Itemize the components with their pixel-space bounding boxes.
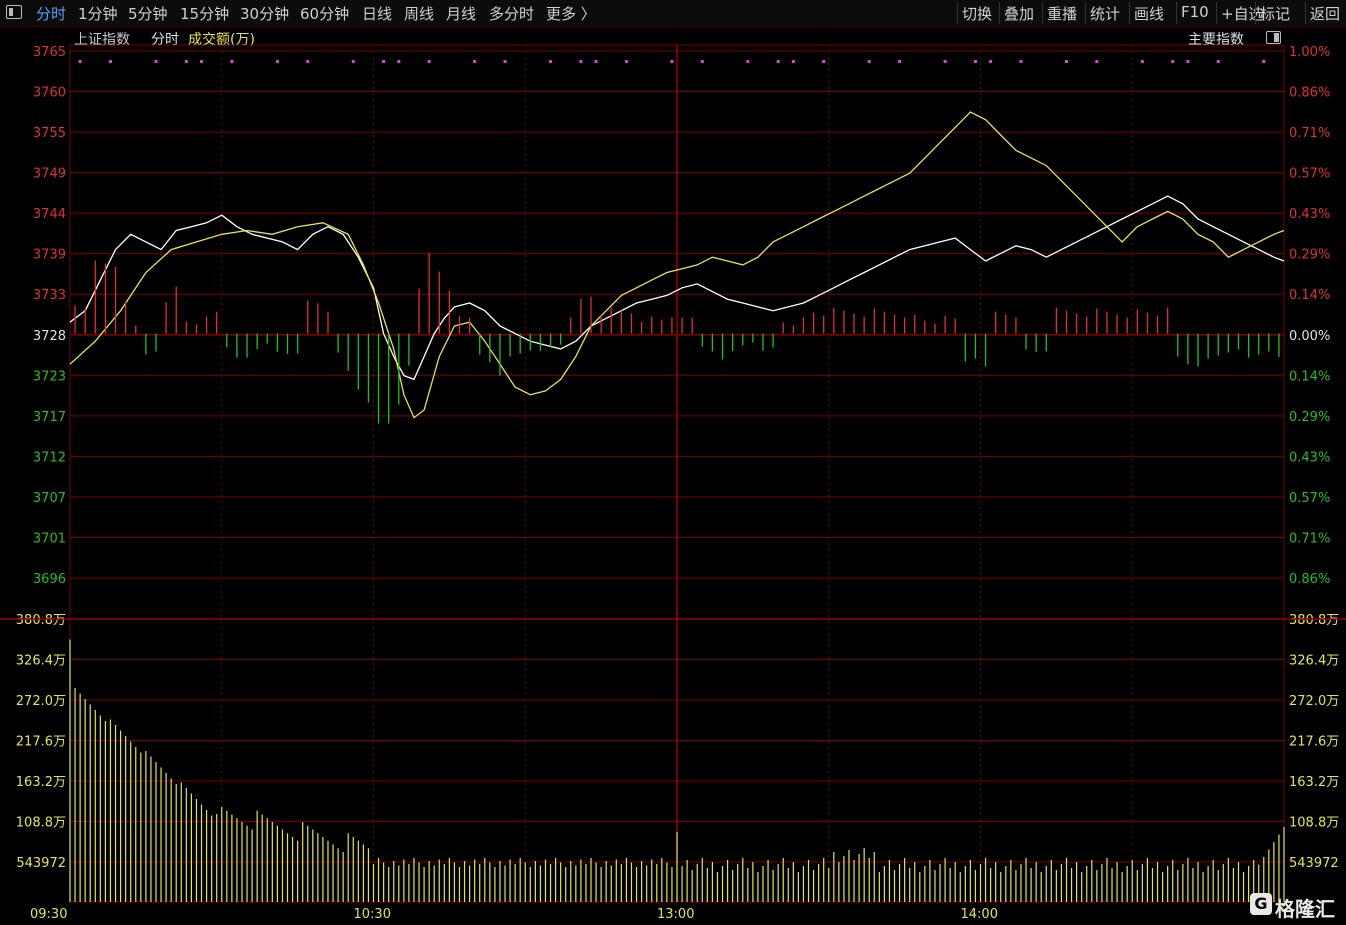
time-tick-label: 09:30 [30, 907, 67, 922]
signal-marker [306, 60, 310, 63]
signal-marker [351, 60, 355, 63]
signal-marker [973, 60, 977, 63]
signal-marker [549, 60, 553, 63]
percent-tick-label: 0.14% [1289, 369, 1330, 384]
price-tick-label: 3733 [33, 288, 66, 303]
volume-tick-label-right: 272.0万 [1289, 694, 1339, 709]
price-tick-label: 3749 [33, 167, 66, 182]
signal-marker [791, 60, 795, 63]
volume-tick-label: 326.4万 [16, 654, 66, 669]
signal-marker [898, 60, 902, 63]
signal-marker [867, 60, 871, 63]
signal-marker [503, 60, 507, 63]
signal-marker [230, 60, 234, 63]
signal-marker [700, 60, 704, 63]
signal-marker [200, 60, 204, 63]
price-tick-label: 3755 [33, 126, 66, 141]
volume-tick-label: 543972 [16, 856, 66, 871]
signal-marker [1171, 60, 1175, 63]
signal-marker [1262, 60, 1266, 63]
signal-marker [154, 60, 158, 63]
signal-marker [397, 60, 401, 63]
percent-tick-label: 0.86% [1289, 572, 1330, 587]
signal-marker [427, 60, 431, 63]
signal-marker [473, 60, 477, 63]
volume-tick-label: 217.6万 [16, 735, 66, 750]
volume-tick-label-right: 217.6万 [1289, 735, 1339, 750]
time-tick-label: 13:00 [657, 907, 694, 922]
percent-tick-label: 0.86% [1289, 86, 1330, 101]
volume-tick-label: 380.8万 [16, 613, 66, 628]
percent-tick-label: 0.71% [1289, 531, 1330, 546]
signal-marker [1064, 60, 1068, 63]
price-tick-label: 3723 [33, 369, 66, 384]
signal-marker [108, 60, 112, 63]
logo-g-icon: G [1250, 893, 1272, 915]
volume-tick-label: 163.2万 [16, 775, 66, 790]
signal-marker [1216, 60, 1220, 63]
signal-marker [275, 60, 279, 63]
signal-marker [184, 60, 188, 63]
percent-tick-label: 0.71% [1289, 126, 1330, 141]
volume-tick-label-right: 108.8万 [1289, 816, 1339, 831]
price-tick-label: 3717 [33, 410, 66, 425]
price-tick-label: 3744 [33, 207, 66, 222]
time-tick-label: 14:00 [961, 907, 998, 922]
price-tick-label: 3760 [33, 86, 66, 101]
percent-tick-label: 0.43% [1289, 207, 1330, 222]
price-tick-label: 3696 [33, 572, 66, 587]
signal-marker [822, 60, 826, 63]
percent-tick-label: 0.29% [1289, 248, 1330, 263]
signal-marker [989, 60, 993, 63]
gelonghui-logo: G 格隆汇 [1250, 893, 1335, 922]
signal-marker [1095, 60, 1099, 63]
signal-marker [670, 60, 674, 63]
signal-marker [624, 60, 628, 63]
price-tick-label: 3728 [33, 329, 66, 344]
percent-tick-label: 0.00% [1289, 329, 1330, 344]
percent-tick-label: 0.57% [1289, 167, 1330, 182]
percent-tick-label: 0.29% [1289, 410, 1330, 425]
signal-marker [776, 60, 780, 63]
signal-marker [943, 60, 947, 63]
price-tick-label: 3739 [33, 248, 66, 263]
percent-tick-label: 0.14% [1289, 288, 1330, 303]
intraday-chart: 3765 1.00% 3760 0.86% 3755 0.71% 3749 0.57% 3744… [0, 44, 1346, 922]
volume-tick-label: 272.0万 [16, 694, 66, 709]
price-tick-label: 3701 [33, 531, 66, 546]
signal-marker [579, 60, 583, 63]
price-tick-label: 3712 [33, 450, 66, 465]
signal-marker [1140, 60, 1144, 63]
volume-tick-label-right: 326.4万 [1289, 654, 1339, 669]
signal-marker [78, 60, 82, 63]
signal-marker [1019, 60, 1023, 63]
logo-text: 格隆汇 [1275, 897, 1335, 921]
price-tick-label: 3707 [33, 491, 66, 506]
volume-tick-label-right: 380.8万 [1289, 613, 1339, 628]
percent-tick-label: 1.00% [1289, 45, 1330, 60]
percent-tick-label: 0.57% [1289, 491, 1330, 506]
signal-marker [594, 60, 598, 63]
signal-marker [1186, 60, 1190, 63]
volume-tick-label-right: 543972 [1289, 856, 1339, 871]
signal-marker [746, 60, 750, 63]
time-tick-label: 10:30 [354, 907, 391, 922]
price-tick-label: 3765 [33, 45, 66, 60]
volume-tick-label-right: 163.2万 [1289, 775, 1339, 790]
signal-marker [382, 60, 386, 63]
volume-tick-label: 108.8万 [16, 816, 66, 831]
percent-tick-label: 0.43% [1289, 450, 1330, 465]
